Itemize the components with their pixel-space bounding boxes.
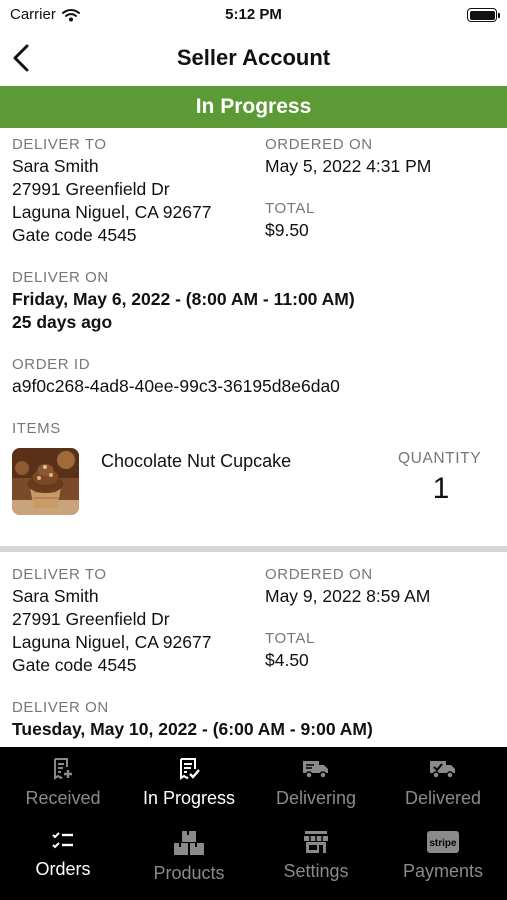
tab-received[interactable]: Received — [0, 757, 126, 809]
status-time: 5:12 PM — [225, 6, 282, 23]
tab-label: Products — [153, 863, 225, 883]
ordered-on-label: ORDERED ON — [265, 136, 373, 153]
delivery-address: Sara Smith 27991 Greenfield Dr Laguna Ni… — [12, 155, 211, 247]
stripe-badge-text: stripe — [429, 838, 457, 849]
page-title: Seller Account — [176, 45, 331, 70]
deliver-to-label: DELIVER TO — [12, 566, 107, 583]
customer-name: Sara Smith — [12, 156, 99, 176]
checklist-icon — [52, 832, 73, 849]
total-value: $4.50 — [265, 650, 309, 670]
ordered-on-label: ORDERED ON — [265, 566, 373, 583]
navigation-bar: Seller Account — [0, 30, 507, 86]
orders-list[interactable]: DELIVER TO Sara Smith 27991 Greenfield D… — [0, 128, 507, 747]
receipt-plus-icon — [54, 758, 72, 780]
delivery-address: Sara Smith 27991 Greenfield Dr Laguna Ni… — [12, 585, 211, 677]
quantity-label: QUANTITY — [398, 450, 482, 467]
order-id-value: a9f0c268-4ad8-40ee-99c3-36195d8e6da0 — [12, 376, 340, 396]
battery-icon — [467, 8, 500, 22]
customer-name: Sara Smith — [12, 586, 99, 606]
address-city: Laguna Niguel, CA 92677 — [12, 632, 212, 652]
tab-settings[interactable]: Settings — [253, 830, 379, 882]
address-street: 27991 Greenfield Dr — [12, 179, 170, 199]
tab-label: Delivered — [404, 788, 482, 808]
deliver-to-label: DELIVER TO — [12, 136, 107, 153]
deliver-on-label: DELIVER ON — [12, 699, 109, 716]
boxes-icon — [174, 831, 204, 855]
ordered-on-value: May 5, 2022 4:31 PM — [265, 156, 432, 176]
order-card[interactable]: DELIVER TO Sara Smith 27991 Greenfield D… — [0, 128, 507, 546]
order-status-tabs: Received In Progress Delivering Delivere… — [0, 747, 507, 824]
deliver-on-value: Friday, May 6, 2022 - (8:00 AM - 11:00 A… — [12, 289, 355, 309]
tab-label: Orders — [35, 859, 91, 879]
tab-products[interactable]: Products — [126, 830, 252, 884]
item-name: Chocolate Nut Cupcake — [101, 451, 292, 471]
order-id-label: ORDER ID — [12, 356, 91, 373]
section-header: In Progress — [0, 86, 507, 128]
delivery-truck-icon — [303, 761, 328, 779]
tab-orders[interactable]: Orders — [0, 830, 126, 880]
tab-payments[interactable]: stripe Payments — [380, 830, 506, 882]
status-bar: Carrier 5:12 PM — [0, 0, 507, 30]
ordered-on-value: May 9, 2022 8:59 AM — [265, 586, 431, 606]
deliver-relative-time: 25 days ago — [12, 312, 113, 332]
quantity-value: 1 — [432, 472, 450, 505]
address-city: Laguna Niguel, CA 92677 — [12, 202, 212, 222]
tab-label: Received — [25, 788, 101, 808]
storefront-icon — [304, 831, 328, 853]
total-value: $9.50 — [265, 220, 309, 240]
tab-in-progress[interactable]: In Progress — [126, 757, 252, 809]
order-card[interactable]: DELIVER TO Sara Smith 27991 Greenfield D… — [0, 552, 507, 747]
main-tab-bar: Orders Products Settings stripe Payments — [0, 824, 507, 900]
gate-code: Gate code 4545 — [12, 225, 137, 245]
tab-label: Payments — [402, 861, 484, 881]
stripe-icon: stripe — [427, 831, 459, 853]
total-label: TOTAL — [265, 630, 315, 647]
gate-code: Gate code 4545 — [12, 655, 137, 675]
address-street: 27991 Greenfield Dr — [12, 609, 170, 629]
tab-label: In Progress — [142, 788, 236, 808]
tab-delivering[interactable]: Delivering — [253, 757, 379, 809]
product-thumbnail — [12, 448, 79, 515]
truck-check-icon — [430, 761, 455, 779]
tab-label: Settings — [283, 861, 349, 881]
total-label: TOTAL — [265, 200, 315, 217]
deliver-on-label: DELIVER ON — [12, 269, 109, 286]
tab-label: Delivering — [275, 788, 357, 808]
tab-delivered[interactable]: Delivered — [380, 757, 506, 809]
items-label: ITEMS — [12, 420, 61, 437]
deliver-on-value: Tuesday, May 10, 2022 - (6:00 AM - 9:00 … — [12, 719, 373, 739]
receipt-check-icon — [180, 758, 200, 780]
